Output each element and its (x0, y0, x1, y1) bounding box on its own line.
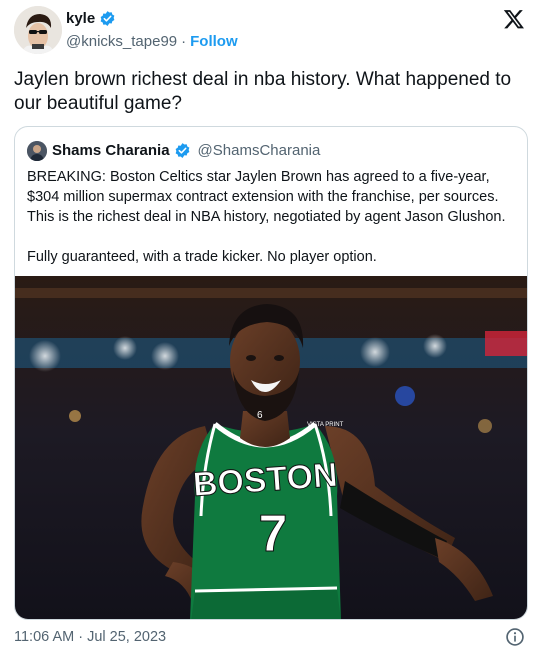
jersey-number-text: 7 (259, 505, 288, 563)
tweet-card: kyle @knicks_tape99 · Follow Jaylen brow… (0, 0, 539, 654)
author-display-name[interactable]: kyle (66, 10, 95, 27)
quoted-author-name: Shams Charania (52, 142, 170, 159)
author-avatar[interactable] (14, 6, 62, 54)
author-handle-row: @knicks_tape99 · Follow (66, 33, 238, 50)
info-icon[interactable] (505, 627, 525, 647)
author-name-row: kyle (66, 10, 116, 27)
jersey-patch-text: VISTA PRINT (307, 422, 344, 428)
tweet-timestamp[interactable]: 11:06 AM · Jul 25, 2023 (14, 629, 166, 645)
follow-button[interactable]: Follow (190, 33, 238, 50)
quoted-tweet[interactable]: Shams Charania @ShamsCharania BREAKING: … (14, 126, 528, 620)
separator-dot: · (181, 33, 187, 50)
verified-badge-icon (99, 10, 116, 27)
author-handle[interactable]: @knicks_tape99 (66, 33, 177, 50)
tweet-text: Jaylen brown richest deal in nba history… (14, 69, 512, 114)
quoted-author-row: Shams Charania @ShamsCharania (52, 142, 320, 159)
quoted-author-avatar (27, 141, 47, 161)
quoted-tweet-photo[interactable]: 6 VISTA PRINT BOSTON 7 (15, 276, 527, 619)
verified-badge-icon (174, 142, 191, 159)
quoted-author-handle: @ShamsCharania (197, 142, 321, 159)
quoted-tweet-text: BREAKING: Boston Celtics star Jaylen Bro… (27, 169, 506, 265)
jersey-small-number: 6 (257, 410, 263, 421)
x-logo-icon[interactable] (503, 8, 525, 30)
